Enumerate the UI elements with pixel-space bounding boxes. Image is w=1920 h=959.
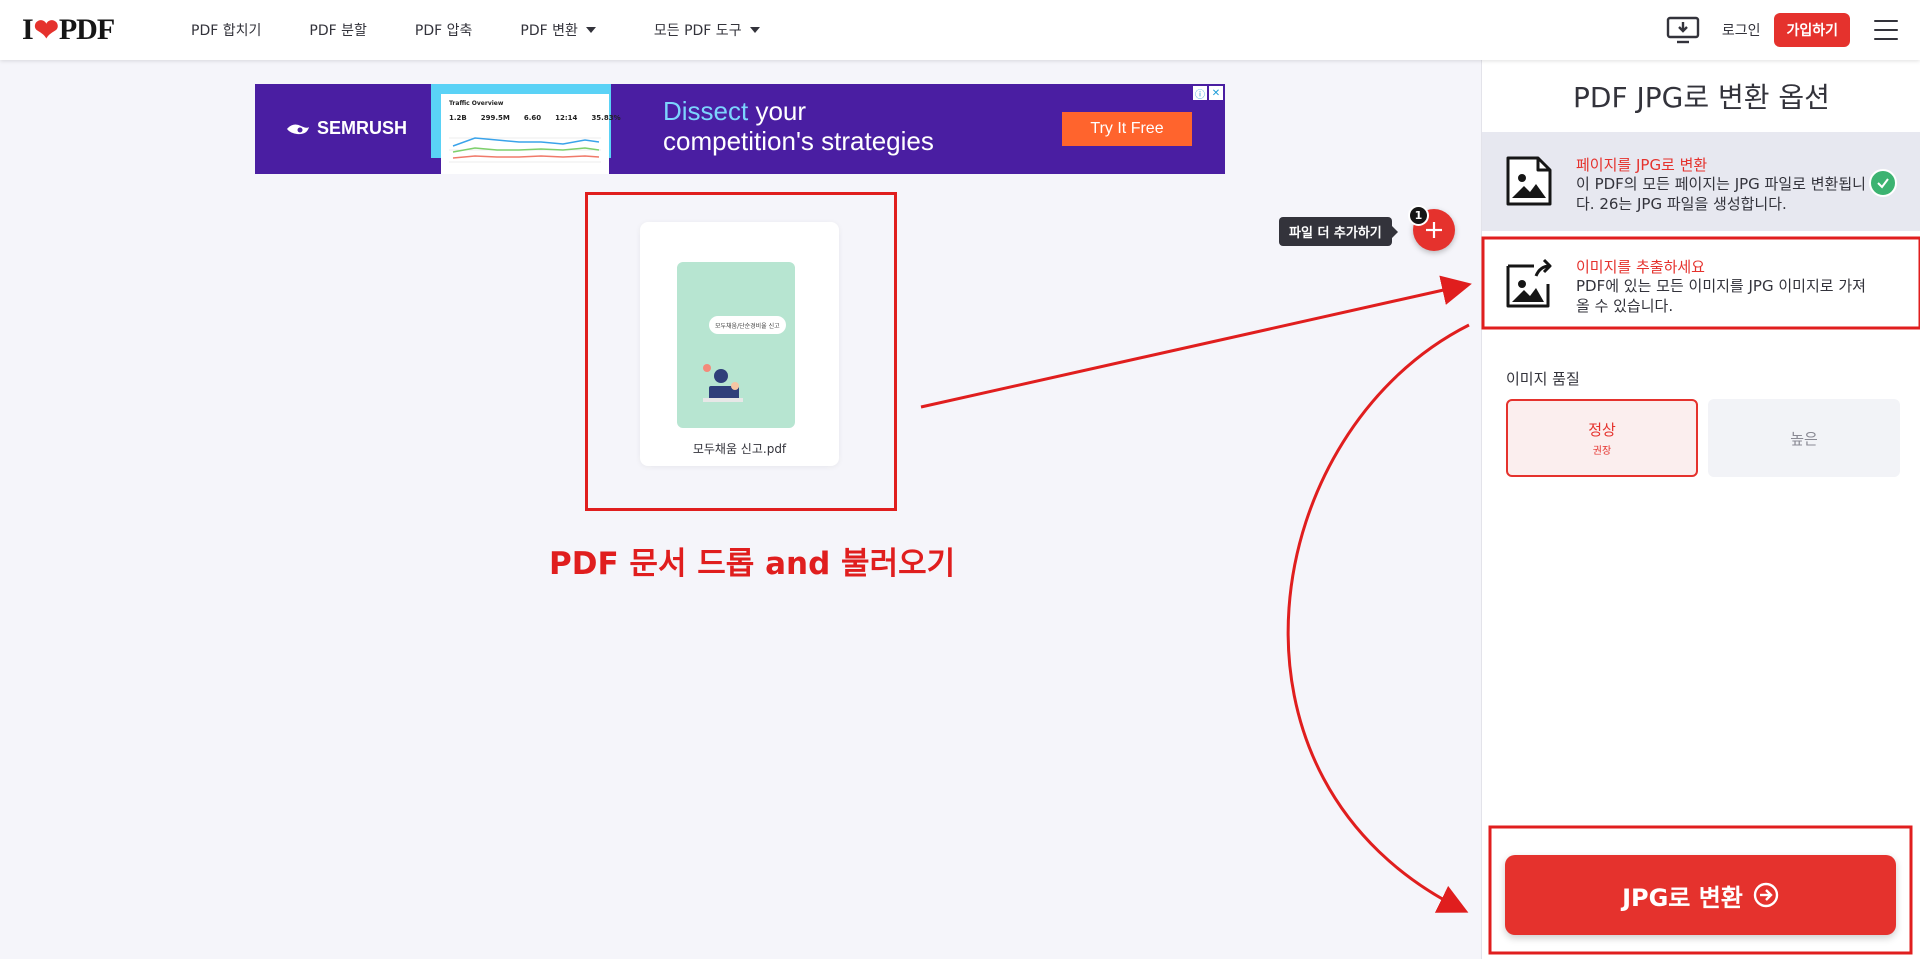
image-quality-label: 이미지 품질 [1506,370,1580,388]
heart-icon: ❤ [33,13,59,47]
option-page-to-jpg[interactable]: 페이지를 JPG로 변환 이 PDF의 모든 페이지는 JPG 파일로 변환됩니… [1482,132,1920,231]
semrush-logo: SEMRUSH [285,118,407,139]
add-more-files-tooltip: 파일 더 추가하기 [1279,217,1398,246]
ad-controls: ⓘ ✕ [1193,86,1223,101]
login-link[interactable]: 로그인 [1722,20,1761,40]
convert-to-jpg-button[interactable]: JPG로 변환 [1505,855,1896,935]
signup-button[interactable]: 가입하기 [1774,13,1850,47]
nav-compress-pdf[interactable]: PDF 압축 [415,20,473,40]
header-actions: 로그인 가입하기 [1666,0,1920,60]
caret-down-icon [749,27,760,33]
ad-banner[interactable]: SEMRUSH Traffic Overview 1.2B 299.5M 6.6… [255,84,1225,174]
nav-convert-pdf[interactable]: PDF 변환 [520,20,596,40]
plus-icon [1426,222,1442,238]
logo-text-i: I [22,13,34,46]
logo-text-pdf: PDF [58,13,115,46]
ad-close-icon[interactable]: ✕ [1209,86,1223,100]
nav-merge-pdf[interactable]: PDF 합치기 [191,20,261,40]
top-navbar: I ❤ PDF PDF 합치기 PDF 분할 PDF 압축 PDF 변환 모든 PD… [0,0,1920,60]
caret-down-icon [585,27,596,33]
hamburger-menu-icon[interactable] [1874,20,1898,40]
annotation-box-file [585,192,897,511]
main-nav: PDF 합치기 PDF 분할 PDF 압축 PDF 변환 모든 PDF 도구 [191,0,808,60]
sidebar-title: PDF JPG로 변환 옵션 [1573,81,1830,114]
page-image-icon [1506,156,1552,206]
arrow-circle-right-icon [1753,882,1779,908]
selected-check-icon [1869,169,1897,197]
options-sidebar: PDF JPG로 변환 옵션 페이지를 JPG로 변환 이 PDF의 모든 페이… [1481,60,1920,959]
annotation-arrow-to-convert [1286,323,1470,913]
extract-image-icon [1506,258,1552,308]
ad-cta-button[interactable]: Try It Free [1062,112,1192,146]
file-count-badge: 1 [1408,205,1429,226]
nav-all-pdf-tools[interactable]: 모든 PDF 도구 [654,20,760,40]
option-extract-images[interactable]: 이미지를 추출하세요 PDF에 있는 모든 이미지를 JPG 이미지로 가져올 … [1482,234,1920,333]
ad-headline: Dissect your competition's strategies [663,96,934,156]
ad-traffic-card: Traffic Overview 1.2B 299.5M 6.60 12:14 … [441,94,621,174]
ad-card-stats: 1.2B 299.5M 6.60 12:14 35.83% [449,114,621,122]
annotation-arrow-to-option [920,275,1472,409]
desktop-download-icon[interactable] [1666,16,1700,44]
ilovepdf-logo[interactable]: I ❤ PDF [22,12,115,48]
quality-normal-button[interactable]: 정상 권장 [1506,399,1698,477]
quality-high-button[interactable]: 높은 [1708,399,1900,477]
ad-mini-chart [449,137,601,163]
nav-split-pdf[interactable]: PDF 분할 [309,20,367,40]
semrush-flame-icon [287,124,309,134]
ad-info-icon[interactable]: ⓘ [1193,86,1207,101]
annotation-drop-label: PDF 문서 드롭 and 불러오기 [549,546,956,582]
